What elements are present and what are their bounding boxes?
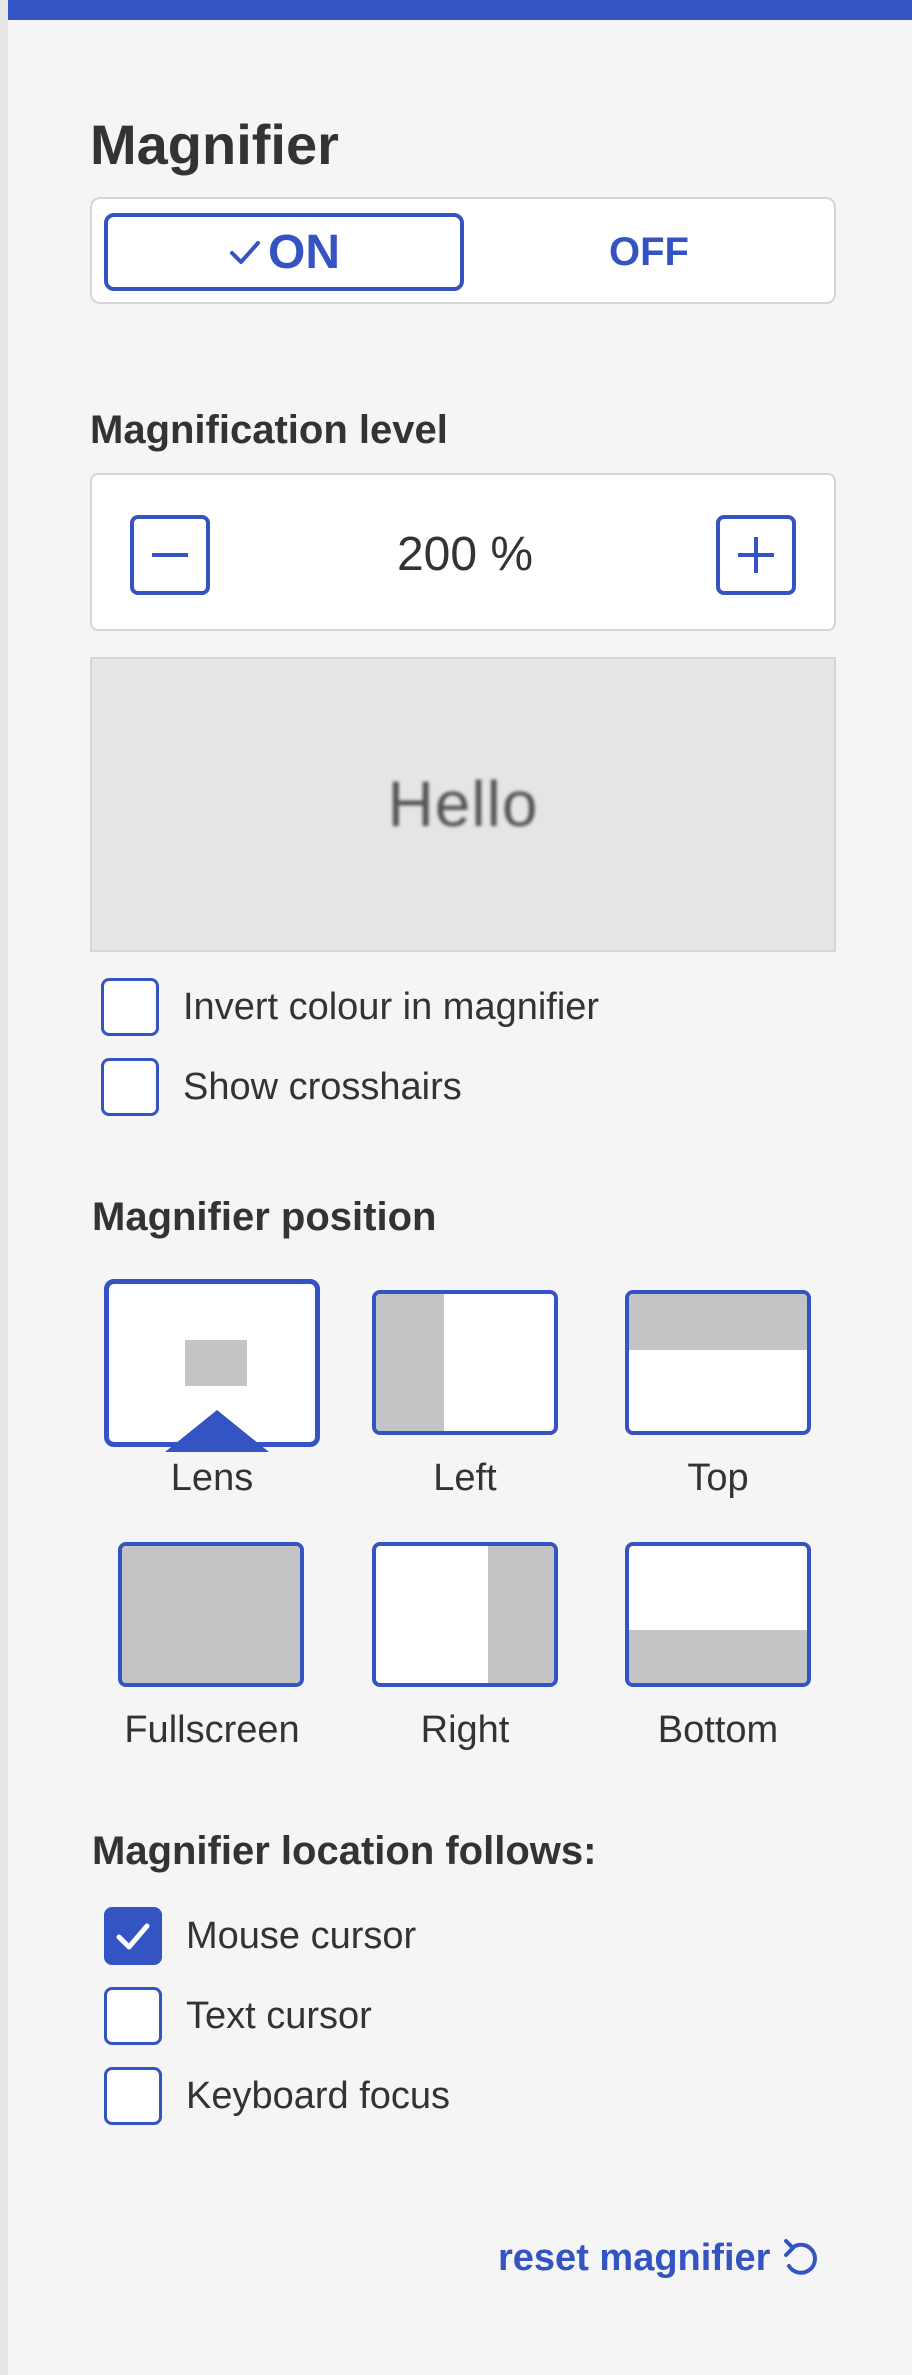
magnifier-toggle: ON OFF [90, 197, 836, 304]
minus-icon [152, 553, 188, 557]
invert-colour-label: Invert colour in magnifier [183, 985, 600, 1028]
position-top-option[interactable] [625, 1290, 811, 1435]
toggle-on-button[interactable]: ON [104, 213, 464, 291]
position-bottom-option[interactable] [625, 1542, 811, 1687]
show-crosshairs-option[interactable]: Show crosshairs [101, 1057, 462, 1117]
undo-icon [784, 2239, 818, 2275]
position-right-option[interactable] [372, 1542, 558, 1687]
preview-text: Hello [387, 768, 539, 840]
keyboard-focus-label: Keyboard focus [186, 2074, 451, 2117]
fullscreen-preview-area [122, 1546, 300, 1683]
position-left-option[interactable] [372, 1290, 558, 1435]
position-right-label: Right [420, 1709, 510, 1751]
text-cursor-checkbox[interactable] [104, 1987, 162, 2045]
invert-colour-checkbox[interactable] [101, 978, 159, 1036]
decrease-magnification-button[interactable] [130, 515, 210, 595]
position-fullscreen-option[interactable] [118, 1542, 304, 1687]
reset-magnifier-link[interactable]: reset magnifier [498, 2228, 820, 2288]
checkmark-icon [116, 1923, 150, 1950]
right-preview-area [488, 1546, 554, 1683]
bottom-preview-area [629, 1630, 807, 1683]
position-left-label: Left [433, 1457, 497, 1499]
left-preview-area [376, 1294, 444, 1431]
check-icon [230, 241, 260, 264]
mouse-cursor-label: Mouse cursor [186, 1914, 417, 1957]
mouse-cursor-checkbox[interactable] [104, 1907, 162, 1965]
magnifier-position-heading: Magnifier position [92, 1195, 437, 1239]
invert-colour-option[interactable]: Invert colour in magnifier [101, 977, 599, 1037]
toggle-off-label: OFF [609, 229, 689, 274]
top-accent-bar [8, 0, 912, 20]
lens-preview-area [185, 1340, 247, 1386]
toggle-off-button[interactable]: OFF [474, 213, 824, 291]
magnification-level-heading: Magnification level [90, 408, 448, 452]
magnification-value: 200 % [396, 528, 534, 581]
show-crosshairs-label: Show crosshairs [183, 1065, 462, 1108]
magnifier-settings-panel: Magnifier ON OFF Magnification level 200… [0, 0, 912, 2375]
follow-mouse-cursor-option[interactable]: Mouse cursor [104, 1906, 416, 1966]
reset-magnifier-label: reset magnifier [498, 2236, 771, 2279]
follow-text-cursor-option[interactable]: Text cursor [104, 1986, 372, 2046]
top-preview-area [629, 1294, 807, 1350]
magnifier-title: Magnifier [90, 113, 339, 176]
position-fullscreen-label: Fullscreen [124, 1709, 300, 1751]
plus-icon [738, 537, 774, 573]
position-bottom-label: Bottom [657, 1709, 779, 1751]
toggle-on-label: ON [268, 225, 340, 279]
follow-keyboard-focus-option[interactable]: Keyboard focus [104, 2066, 450, 2126]
keyboard-focus-checkbox[interactable] [104, 2067, 162, 2125]
position-lens-label: Lens [170, 1457, 254, 1499]
left-edge [0, 0, 8, 2375]
location-follows-heading: Magnifier location follows: [92, 1829, 597, 1873]
position-lens-option[interactable] [104, 1279, 320, 1452]
text-cursor-label: Text cursor [186, 1994, 372, 2037]
show-crosshairs-checkbox[interactable] [101, 1058, 159, 1116]
selected-indicator [165, 1410, 269, 1452]
magnification-stepper: 200 % [90, 473, 836, 631]
magnifier-preview: Hello [90, 657, 836, 952]
increase-magnification-button[interactable] [716, 515, 796, 595]
position-top-label: Top [687, 1457, 749, 1499]
